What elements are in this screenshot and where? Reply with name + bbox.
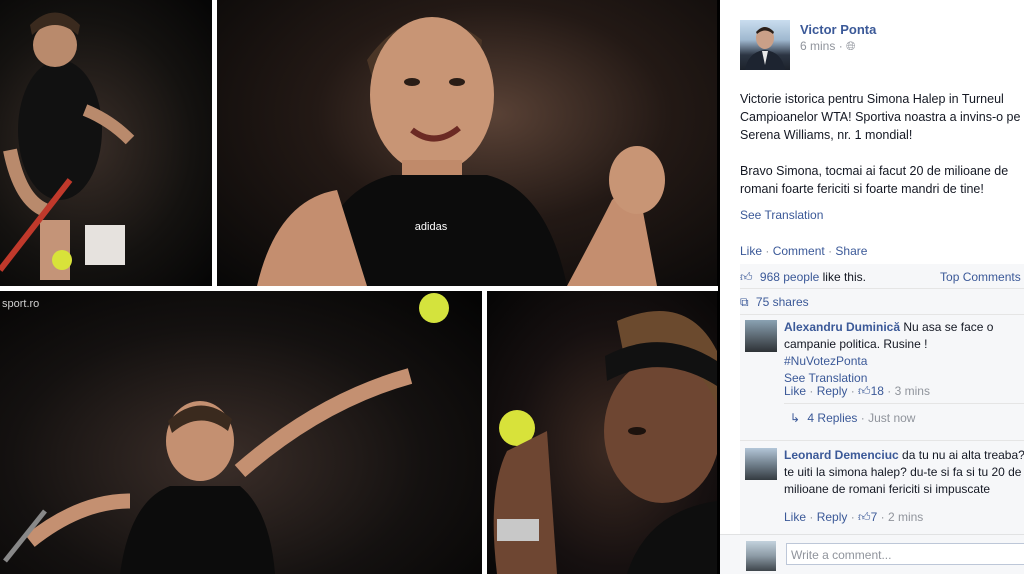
collage-divider bbox=[482, 291, 487, 574]
photo-forehand-art bbox=[0, 12, 135, 280]
see-translation-link[interactable]: See Translation bbox=[784, 371, 867, 385]
comment-input[interactable]: Write a comment... bbox=[786, 543, 1024, 565]
hashtag-link[interactable]: #NuVotezPonta bbox=[784, 354, 867, 368]
share-button[interactable]: Share bbox=[835, 244, 867, 258]
divider bbox=[740, 314, 1024, 315]
post-timestamp[interactable]: 6 mins · 🌐︎ bbox=[800, 39, 856, 54]
likers-link[interactable]: 968 people bbox=[760, 270, 819, 284]
comment-like-button[interactable]: Like bbox=[784, 384, 806, 398]
commenter-name[interactable]: Alexandru Duminică bbox=[784, 320, 900, 334]
commenter-avatar[interactable] bbox=[745, 320, 777, 352]
replies-time: Just now bbox=[868, 411, 916, 425]
divider bbox=[784, 403, 1024, 404]
comment-reply-button[interactable]: Reply bbox=[817, 510, 848, 524]
comment-time[interactable]: 2 mins bbox=[888, 510, 923, 524]
thumbs-up-icon: 👍︎ bbox=[858, 510, 871, 524]
replies-link[interactable]: 4 Replies bbox=[807, 411, 857, 425]
collage-divider bbox=[0, 286, 718, 291]
comment-body: Alexandru Duminică Nu asa se face o camp… bbox=[784, 319, 1024, 387]
divider bbox=[740, 440, 1024, 441]
post-paragraph: Bravo Simona, tocmai ai facut 20 de mili… bbox=[740, 164, 1009, 196]
post-time[interactable]: 6 mins bbox=[800, 39, 835, 53]
share-icon: ⧉ bbox=[740, 295, 749, 309]
top-comments-dropdown[interactable]: Top Comments ▼ bbox=[940, 270, 1024, 284]
action-separator: · bbox=[828, 244, 833, 258]
likes-suffix: like this. bbox=[822, 270, 866, 284]
author-avatar-art bbox=[745, 27, 785, 70]
thumbs-up-icon: 👍︎ bbox=[740, 270, 753, 284]
comment-like-button[interactable]: Like bbox=[784, 510, 806, 524]
comment-body: Leonard Demenciuc da tu nu ai alta treab… bbox=[784, 447, 1024, 498]
author-avatar[interactable] bbox=[740, 20, 790, 70]
comment-actions: Like · Reply · 👍︎7 · 2 mins bbox=[784, 510, 924, 524]
feedback-box: 👍︎ 968 people like this. Top Comments ▼ … bbox=[740, 264, 1024, 574]
photo-serena[interactable] bbox=[487, 291, 717, 574]
author-name[interactable]: Victor Ponta bbox=[800, 22, 876, 37]
comment-like-count[interactable]: 18 bbox=[871, 384, 884, 398]
commenter-avatar[interactable] bbox=[745, 448, 777, 480]
photo-watermark: sport.ro bbox=[2, 298, 40, 310]
divider bbox=[740, 288, 1024, 289]
post-paragraph: Victorie istorica pentru Simona Halep in… bbox=[740, 92, 1021, 142]
photo-serve-art bbox=[3, 293, 449, 574]
comment-time[interactable]: 3 mins bbox=[895, 384, 930, 398]
comment-like-count[interactable]: 7 bbox=[871, 510, 878, 524]
post-body: Victorie istorica pentru Simona Halep in… bbox=[740, 90, 1024, 216]
thumbs-up-icon: 👍︎ bbox=[858, 384, 871, 398]
reply-arrow-icon: ↳ bbox=[790, 411, 801, 425]
photo-serena-art bbox=[493, 311, 717, 574]
comment-button[interactable]: Comment bbox=[773, 244, 825, 258]
replies-row[interactable]: ↳ 4 Replies · Just now bbox=[784, 411, 1024, 425]
commenter-name[interactable]: Leonard Demenciuc bbox=[784, 448, 899, 462]
photo-celebration[interactable]: adidas bbox=[217, 0, 717, 286]
photo-forehand[interactable] bbox=[0, 0, 212, 286]
photo-serve[interactable] bbox=[0, 291, 482, 574]
comment-actions: Like · Reply · 👍︎18 · 3 mins bbox=[784, 384, 930, 398]
comment-composer: Write a comment... bbox=[720, 534, 1024, 574]
post-panel: Victor Ponta 6 mins · 🌐︎ Victorie istori… bbox=[720, 0, 1024, 574]
svg-text:adidas: adidas bbox=[415, 221, 448, 233]
top-comments-label: Top Comments bbox=[940, 270, 1021, 284]
viewer-avatar bbox=[746, 541, 776, 571]
globe-icon: 🌐︎ bbox=[846, 39, 856, 53]
comment-reply-button[interactable]: Reply bbox=[817, 384, 848, 398]
collage-divider bbox=[212, 0, 217, 286]
photo-celebration-art: adidas bbox=[257, 17, 665, 286]
shares-summary: ⧉ 75 shares bbox=[740, 295, 1024, 310]
like-button[interactable]: Like bbox=[740, 244, 762, 258]
action-separator: · bbox=[765, 244, 770, 258]
post-separator: · bbox=[838, 39, 843, 53]
see-translation-link[interactable]: See Translation bbox=[740, 208, 823, 222]
post-actions: Like · Comment · Share bbox=[740, 244, 867, 258]
shares-link[interactable]: 75 shares bbox=[756, 295, 809, 309]
